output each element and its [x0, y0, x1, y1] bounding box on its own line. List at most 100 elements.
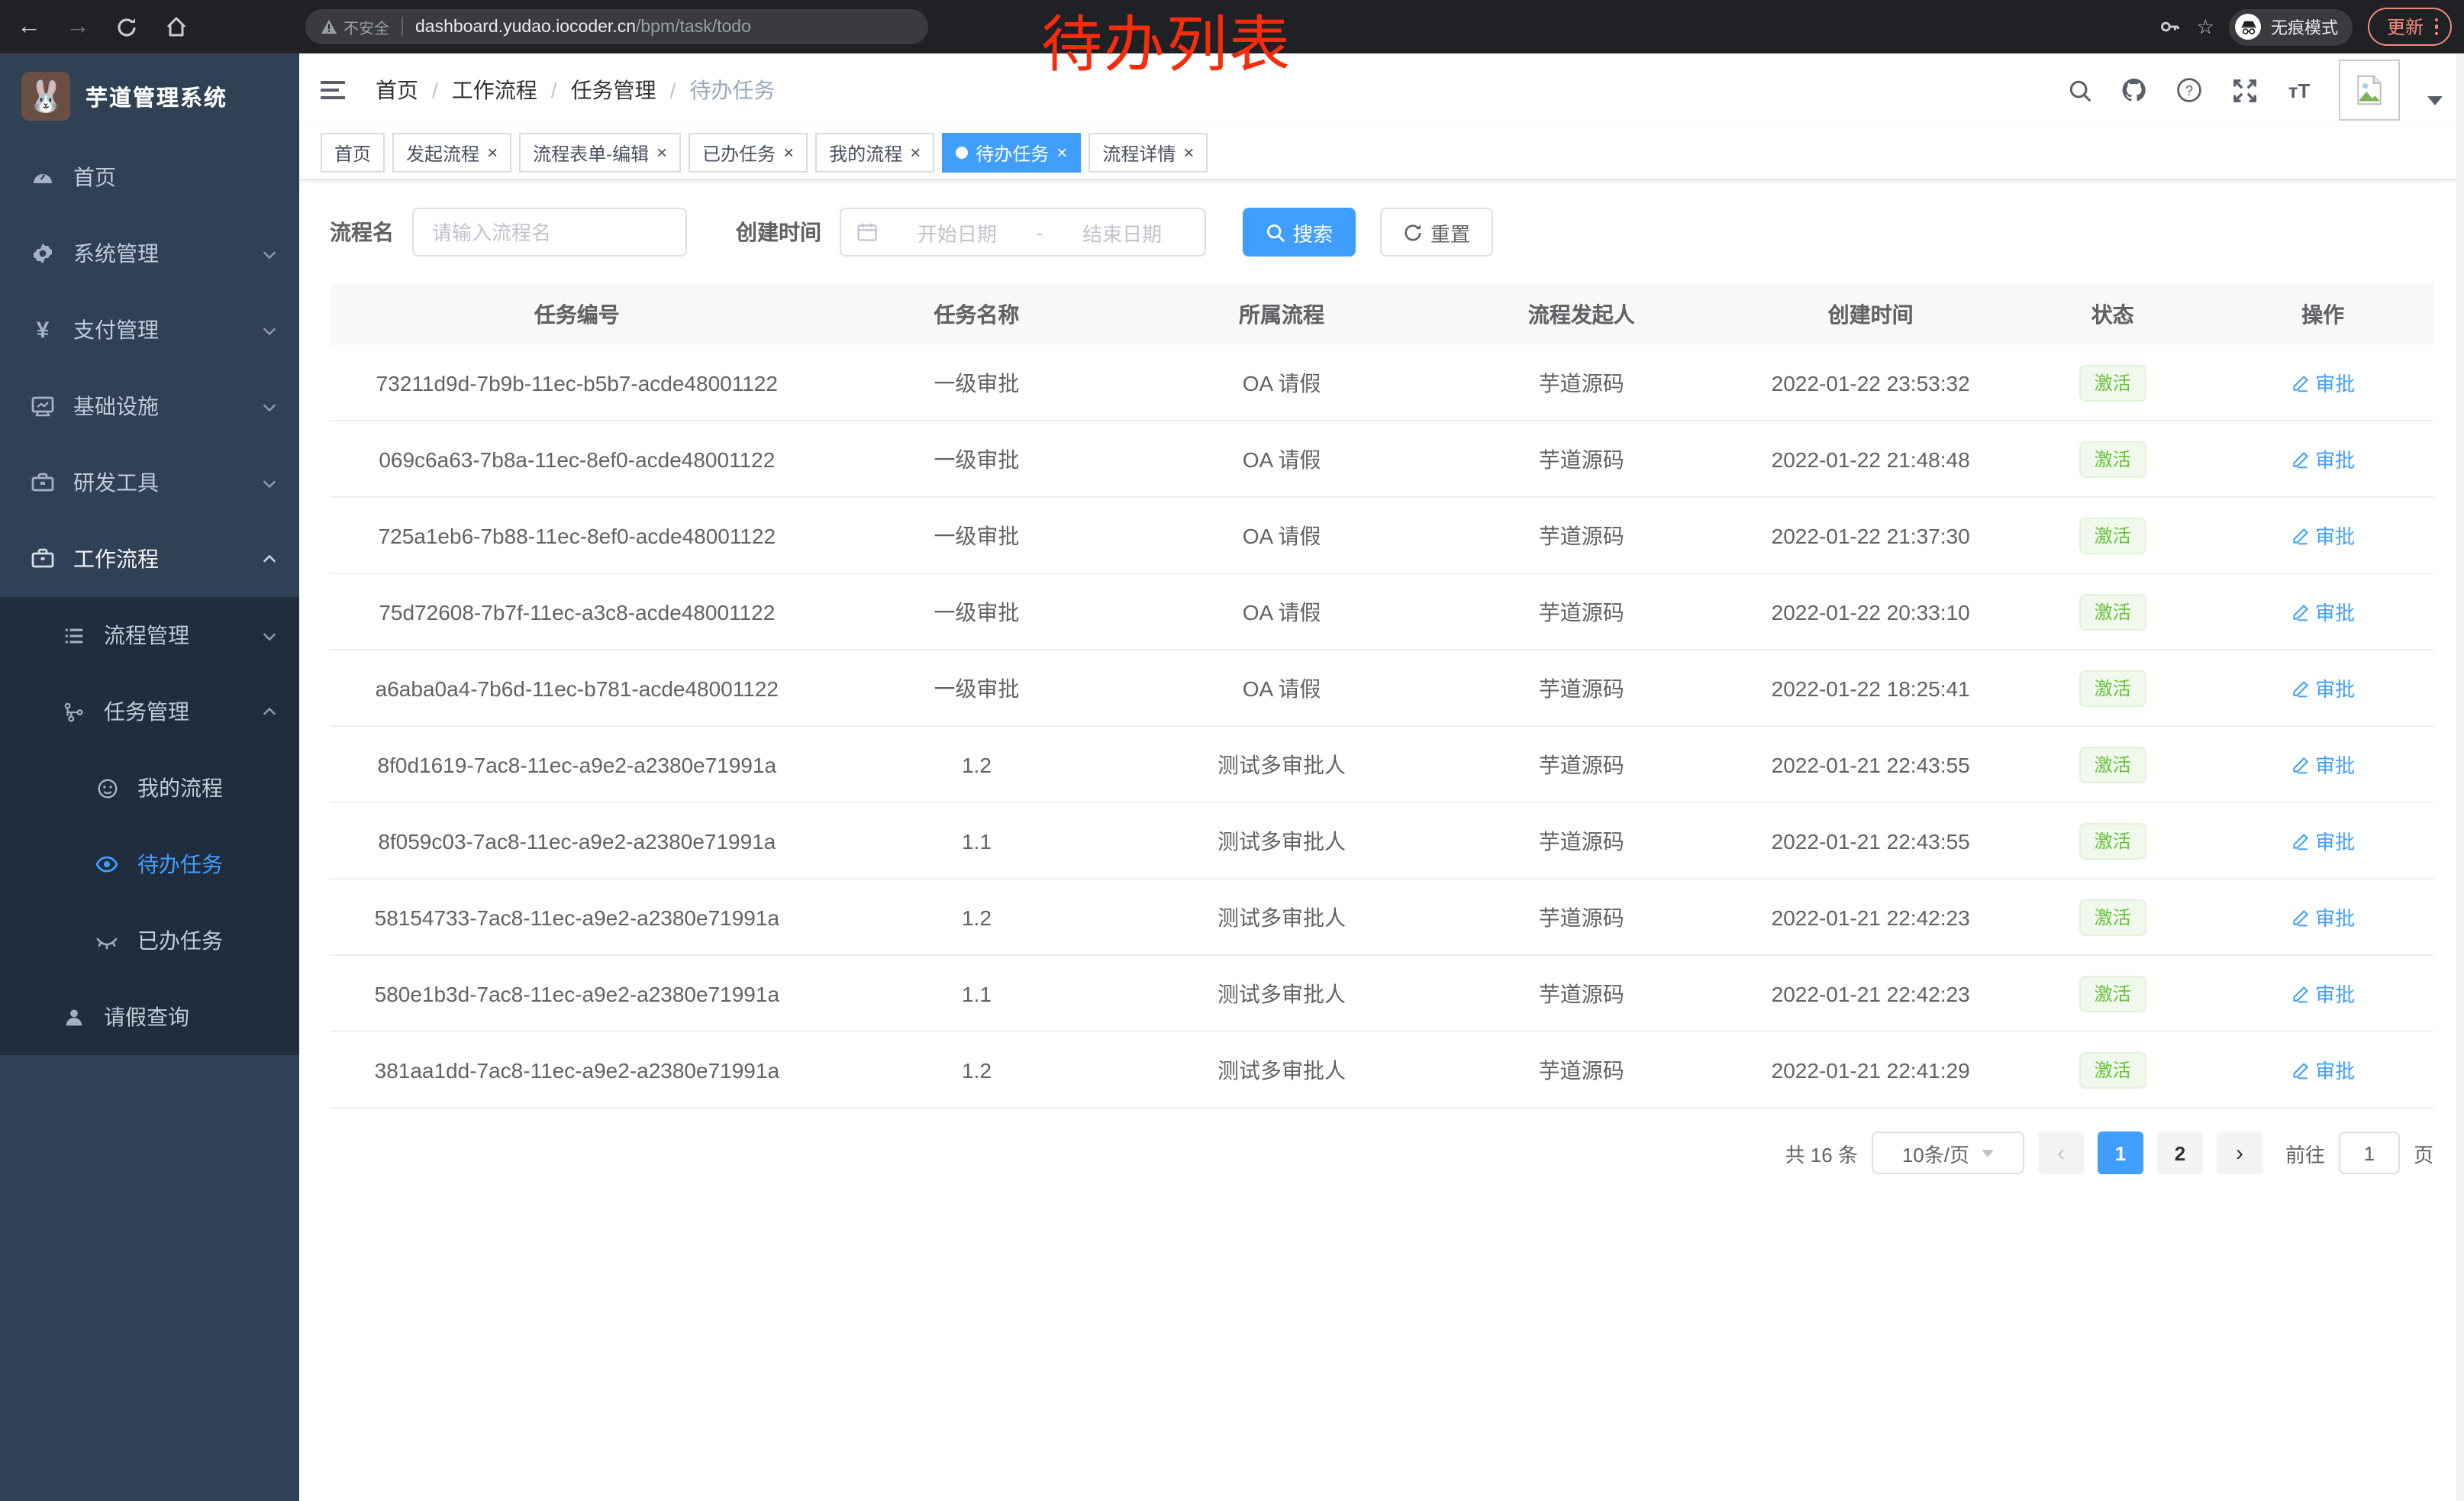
reset-button[interactable]: 重置	[1380, 208, 1493, 257]
cell-created-time: 2022-01-22 20:33:10	[1729, 574, 2013, 649]
breadcrumb-home[interactable]: 首页	[376, 75, 418, 105]
key-icon[interactable]	[2159, 15, 2182, 38]
cell-created-time: 2022-01-21 22:43:55	[1729, 727, 2013, 802]
cell-process: 测试多审批人	[1129, 803, 1434, 878]
browser-reload-icon[interactable]	[107, 7, 147, 47]
approve-button[interactable]: 审批	[2291, 826, 2355, 855]
bookmark-star-icon[interactable]: ☆	[2197, 15, 2214, 39]
update-button[interactable]: 更新	[2369, 8, 2452, 46]
annotation-title: 待办列表	[1041, 12, 1292, 79]
end-date-placeholder[interactable]: 结束日期	[1055, 218, 1189, 247]
page-tab[interactable]: 流程详情 ×	[1088, 133, 1208, 173]
cell-task-id: 381aa1dd-7ac8-11ec-a9e2-a2380e71991a	[330, 1032, 824, 1107]
sidebar-item-devtools[interactable]: 研发工具	[0, 444, 299, 521]
prev-page-button[interactable]: ‹	[2038, 1131, 2084, 1174]
tab-close-icon[interactable]: ×	[656, 144, 667, 162]
cell-process: 测试多审批人	[1129, 727, 1434, 802]
page-tab[interactable]: 已办任务 ×	[689, 133, 808, 173]
page-button-2[interactable]: 2	[2157, 1131, 2203, 1174]
table-row: 73211d9d-7b9b-11ec-b5b7-acde48001122 一级审…	[330, 345, 2433, 421]
page-scrollbar[interactable]	[2456, 53, 2464, 1501]
tab-close-icon[interactable]: ×	[487, 144, 498, 162]
tab-label: 发起流程	[406, 140, 479, 166]
face-icon	[95, 776, 119, 800]
page-tab[interactable]: 流程表单-编辑 ×	[519, 133, 681, 173]
avatar-caret-icon[interactable]	[2427, 96, 2443, 105]
table-row: 069c6a63-7b8a-11ec-8ef0-acde48001122 一级审…	[330, 421, 2433, 498]
approve-button[interactable]: 审批	[2291, 368, 2355, 397]
page-url[interactable]: dashboard.yudao.iocoder.cn/bpm/task/todo	[415, 18, 751, 36]
cell-initiator: 芋道源码	[1434, 574, 1729, 649]
next-page-button[interactable]: ›	[2217, 1131, 2262, 1174]
tab-close-icon[interactable]: ×	[910, 144, 921, 162]
start-date-placeholder[interactable]: 开始日期	[890, 218, 1024, 247]
edit-pencil-icon	[2291, 984, 2309, 1002]
active-dot-icon	[956, 147, 968, 159]
cell-actions: 审批	[2213, 421, 2433, 496]
breadcrumb-workflow[interactable]: 工作流程	[452, 75, 537, 105]
help-icon[interactable]: ?	[2174, 75, 2204, 105]
page-button-1[interactable]: 1	[2098, 1131, 2143, 1174]
breadcrumb-current: 待办任务	[689, 75, 775, 105]
cell-task-name: 一级审批	[824, 650, 1130, 725]
sidebar-toggle-icon[interactable]	[321, 75, 351, 105]
page-tab[interactable]: 发起流程 ×	[392, 133, 511, 173]
sidebar-item-process-mgmt[interactable]: 流程管理	[0, 597, 299, 673]
approve-button[interactable]: 审批	[2291, 1055, 2355, 1084]
cell-actions: 审批	[2213, 574, 2433, 649]
cell-task-name: 1.1	[824, 803, 1130, 878]
address-bar[interactable]: 不安全 dashboard.yudao.iocoder.cn/bpm/task/…	[305, 9, 928, 44]
sidebar-item-infrastructure[interactable]: 基础设施	[0, 368, 299, 444]
approve-button[interactable]: 审批	[2291, 673, 2355, 702]
cell-actions: 审批	[2213, 803, 2433, 878]
sidebar-item-workflow[interactable]: 工作流程	[0, 521, 299, 597]
app-logo[interactable]: 🐰 芋道管理系统	[0, 53, 299, 139]
sidebar-item-system[interactable]: 系统管理	[0, 215, 299, 292]
approve-button[interactable]: 审批	[2291, 521, 2355, 550]
page-tab[interactable]: 待办任务 ×	[942, 133, 1081, 173]
approve-button[interactable]: 审批	[2291, 979, 2355, 1008]
jump-page-input[interactable]	[2339, 1131, 2400, 1174]
tab-close-icon[interactable]: ×	[783, 144, 794, 162]
browser-back-icon[interactable]: ←	[9, 7, 49, 47]
tab-close-icon[interactable]: ×	[1183, 144, 1194, 162]
search-button[interactable]: 搜索	[1243, 208, 1356, 257]
approve-button[interactable]: 审批	[2291, 750, 2355, 779]
avatar[interactable]	[2339, 60, 2400, 121]
tab-close-icon[interactable]: ×	[1056, 144, 1067, 162]
status-badge: 激活	[2079, 593, 2146, 630]
search-icon[interactable]	[2064, 75, 2095, 105]
font-size-icon[interactable]: ᴛT	[2284, 75, 2314, 105]
cell-status: 激活	[2013, 650, 2213, 725]
approve-button[interactable]: 审批	[2291, 902, 2355, 931]
approve-button[interactable]: 审批	[2291, 444, 2355, 473]
table-row: 8f059c03-7ac8-11ec-a9e2-a2380e71991a 1.1…	[330, 803, 2433, 880]
process-name-input[interactable]	[412, 208, 687, 257]
page-size-select[interactable]: 10条/页	[1872, 1131, 2024, 1174]
date-range-picker[interactable]: 开始日期 - 结束日期	[840, 208, 1206, 257]
cell-created-time: 2022-01-21 22:42:23	[1729, 956, 2013, 1031]
sidebar-item-todo-tasks[interactable]: 待办任务	[0, 826, 299, 902]
sidebar-item-leave-query[interactable]: 请假查询	[0, 979, 299, 1055]
page-tab[interactable]: 首页	[321, 133, 385, 173]
cell-task-id: 8f059c03-7ac8-11ec-a9e2-a2380e71991a	[330, 803, 824, 878]
browser-forward-icon[interactable]: →	[58, 7, 98, 47]
sidebar-item-done-tasks[interactable]: 已办任务	[0, 902, 299, 979]
browser-home-icon[interactable]	[156, 7, 195, 47]
sidebar-item-home[interactable]: 首页	[0, 139, 299, 215]
kebab-menu-icon[interactable]	[2434, 18, 2438, 36]
github-icon[interactable]	[2119, 75, 2150, 105]
page-tab[interactable]: 我的流程 ×	[815, 133, 934, 173]
briefcase-icon	[31, 547, 55, 571]
sidebar-item-payment[interactable]: ¥ 支付管理	[0, 292, 299, 368]
sidebar-item-my-process[interactable]: 我的流程	[0, 750, 299, 826]
fullscreen-icon[interactable]	[2229, 75, 2259, 105]
security-warning[interactable]: 不安全	[321, 15, 389, 38]
breadcrumb-task-mgmt[interactable]: 任务管理	[571, 75, 656, 105]
col-process: 所属流程	[1129, 284, 1434, 345]
sidebar-item-task-mgmt[interactable]: 任务管理	[0, 673, 299, 750]
page-content: 流程名 创建时间 开始日期 - 结束日期 搜索 重置	[299, 180, 2464, 1205]
cell-process: OA 请假	[1129, 574, 1434, 649]
chevron-down-icon	[1982, 1149, 1994, 1157]
approve-button[interactable]: 审批	[2291, 597, 2355, 626]
